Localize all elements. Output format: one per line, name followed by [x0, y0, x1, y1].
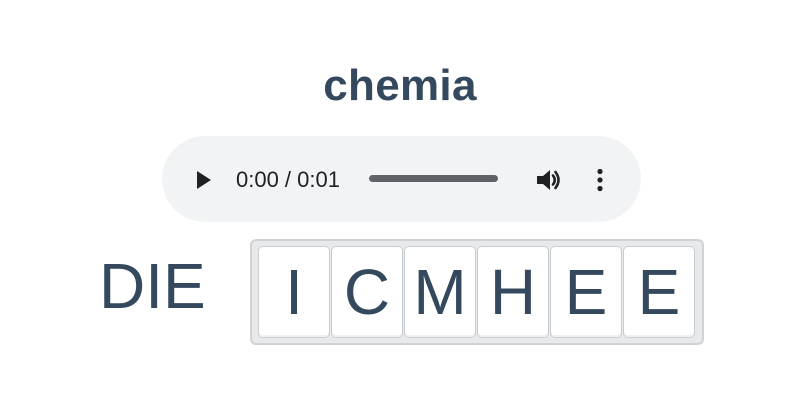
more-options-button[interactable]	[585, 163, 615, 197]
volume-icon	[537, 170, 560, 190]
audio-time-display: 0:00 / 0:01	[236, 167, 340, 192]
letter-tile[interactable]: M	[404, 246, 476, 338]
audio-progress-bar[interactable]	[369, 175, 498, 182]
letter-tiles-container: I C M H E E	[250, 239, 704, 345]
play-button[interactable]	[186, 163, 222, 197]
more-vertical-icon	[597, 168, 603, 192]
letter-tile[interactable]: C	[331, 246, 403, 338]
letter-tile[interactable]: E	[550, 246, 622, 338]
letter-tile[interactable]: H	[477, 246, 549, 338]
letter-tile[interactable]: E	[623, 246, 695, 338]
word-prefix: DIE	[99, 250, 206, 322]
word-title: chemia	[323, 61, 477, 110]
play-icon	[197, 171, 211, 189]
letter-tile[interactable]: I	[258, 246, 330, 338]
volume-button[interactable]	[531, 163, 567, 197]
